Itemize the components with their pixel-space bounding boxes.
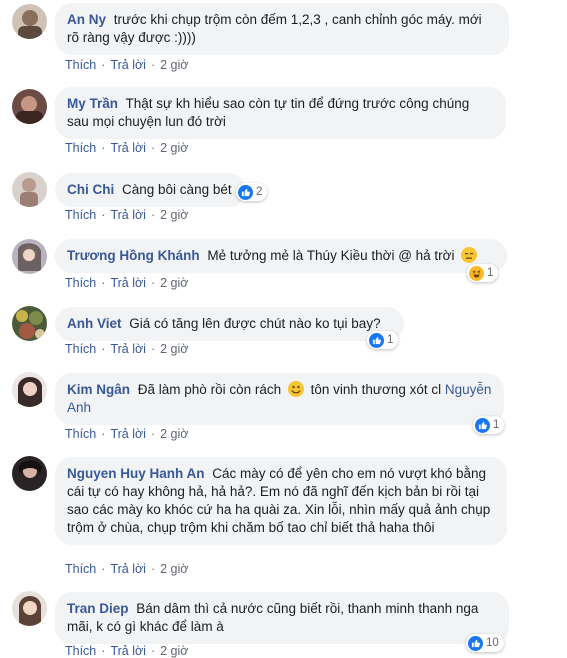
- avatar[interactable]: [12, 4, 47, 39]
- like-icon: [238, 184, 253, 200]
- reaction-count-text: 1: [387, 334, 394, 346]
- comment-author[interactable]: Kim Ngân: [67, 382, 130, 397]
- like-link[interactable]: Thích: [65, 141, 96, 155]
- reply-link[interactable]: Trả lời: [110, 644, 146, 658]
- comment-bubble: Anh Viet Giá có tăng lên được chút nào k…: [55, 307, 404, 341]
- reaction-count[interactable]: 10: [466, 634, 504, 652]
- smile-emoji: [287, 381, 304, 397]
- comment-author[interactable]: An Ny: [67, 12, 106, 27]
- avatar[interactable]: [12, 89, 47, 124]
- reply-link[interactable]: Trả lời: [110, 276, 146, 290]
- comment-actions: Thích · Trả lời · 2 giờ: [65, 562, 189, 576]
- like-icon: [468, 635, 483, 651]
- avatar[interactable]: [12, 306, 47, 341]
- reply-link[interactable]: Trả lời: [110, 342, 146, 356]
- reaction-count-text: 1: [487, 267, 494, 279]
- reply-link[interactable]: Trả lời: [110, 562, 146, 576]
- comment-time[interactable]: 2 giờ: [160, 644, 188, 658]
- comment-time[interactable]: 2 giờ: [160, 208, 188, 222]
- reaction-count[interactable]: 1: [367, 331, 399, 349]
- comment-text: Thật sự kh hiểu sao còn tự tin để đứng t…: [67, 96, 470, 129]
- like-link[interactable]: Thích: [65, 644, 96, 658]
- comment-time[interactable]: 2 giờ: [160, 427, 188, 441]
- comment-author[interactable]: Anh Viet: [67, 316, 122, 331]
- comment-actions: Thích · Trả lời · 2 giờ: [65, 141, 189, 155]
- reply-link[interactable]: Trả lời: [110, 58, 146, 72]
- like-link[interactable]: Thích: [65, 276, 96, 290]
- comment-text: Đã làm phò rồi còn rách: [137, 382, 282, 397]
- comment-time[interactable]: 2 giờ: [160, 58, 188, 72]
- comment-bubble: Trương Hồng Khánh Mẻ tưởng mẻ là Thúy Ki…: [55, 239, 507, 273]
- comment-actions: Thích · Trả lời · 2 giờ: [65, 208, 189, 222]
- reaction-count-text: 10: [486, 637, 499, 649]
- comment-text: Giá có tăng lên được chút nào ko tụi bay…: [129, 316, 381, 331]
- comment-text-continued: tôn vinh thương xót cl: [310, 382, 442, 397]
- comment-actions: Thích · Trả lời · 2 giờ: [65, 427, 189, 441]
- comment-time[interactable]: 2 giờ: [160, 276, 188, 290]
- comment-author[interactable]: Chi Chi: [67, 182, 114, 197]
- like-link[interactable]: Thích: [65, 342, 96, 356]
- like-link[interactable]: Thích: [65, 58, 96, 72]
- like-icon: [369, 332, 384, 348]
- comment-time[interactable]: 2 giờ: [160, 141, 188, 155]
- comment-bubble: My Trần Thật sự kh hiểu sao còn tự tin đ…: [55, 87, 506, 139]
- comment-bubble: Chi Chi Càng bôi càng bét: [55, 173, 246, 207]
- haha-icon: [469, 265, 484, 281]
- comment-text: Mẻ tưởng mẻ là Thúy Kiều thời @ hả trời: [207, 248, 455, 263]
- like-icon: [475, 417, 490, 433]
- comment-actions: Thích · Trả lời · 2 giờ: [65, 342, 189, 356]
- avatar[interactable]: [12, 591, 47, 626]
- like-link[interactable]: Thích: [65, 562, 96, 576]
- comment-bubble: Kim Ngân Đã làm phò rồi còn rách tôn vin…: [55, 373, 504, 425]
- comment-text: trước khi chụp trộm còn đếm 1,2,3 , canh…: [67, 12, 482, 45]
- avatar[interactable]: [12, 456, 47, 491]
- comment-actions: Thích · Trả lời · 2 giờ: [65, 644, 189, 658]
- like-link[interactable]: Thích: [65, 208, 96, 222]
- reply-link[interactable]: Trả lời: [110, 427, 146, 441]
- comment-bubble: An Ny trước khi chụp trộm còn đếm 1,2,3 …: [55, 3, 509, 55]
- avatar[interactable]: [12, 239, 47, 274]
- comment-actions: Thích · Trả lời · 2 giờ: [65, 58, 189, 72]
- reply-link[interactable]: Trả lời: [110, 208, 146, 222]
- like-link[interactable]: Thích: [65, 427, 96, 441]
- reaction-count-text: 1: [493, 419, 500, 431]
- comment-author[interactable]: Tran Diep: [67, 601, 129, 616]
- expressionless-emoji: [461, 247, 478, 263]
- comment-author[interactable]: Trương Hồng Khánh: [67, 248, 200, 263]
- reaction-count[interactable]: 2: [236, 183, 268, 201]
- comment-text: Càng bôi càng bét: [122, 182, 232, 197]
- comment-bubble: Nguyen Huy Hanh An Các mày có để yên cho…: [55, 457, 507, 545]
- comment-author[interactable]: My Trần: [67, 96, 118, 111]
- reaction-count-text: 2: [256, 186, 263, 198]
- comment-author[interactable]: Nguyen Huy Hanh An: [67, 466, 205, 481]
- comment-actions: Thích · Trả lời · 2 giờ: [65, 276, 189, 290]
- avatar[interactable]: [12, 372, 47, 407]
- reaction-count[interactable]: 1: [467, 264, 499, 282]
- comment-bubble: Tran Diep Bán dâm thì cả nước cũng biết …: [55, 592, 509, 644]
- reply-link[interactable]: Trả lời: [110, 141, 146, 155]
- reaction-count[interactable]: 1: [473, 416, 505, 434]
- comment-time[interactable]: 2 giờ: [160, 562, 188, 576]
- comment-time[interactable]: 2 giờ: [160, 342, 188, 356]
- avatar[interactable]: [12, 172, 47, 207]
